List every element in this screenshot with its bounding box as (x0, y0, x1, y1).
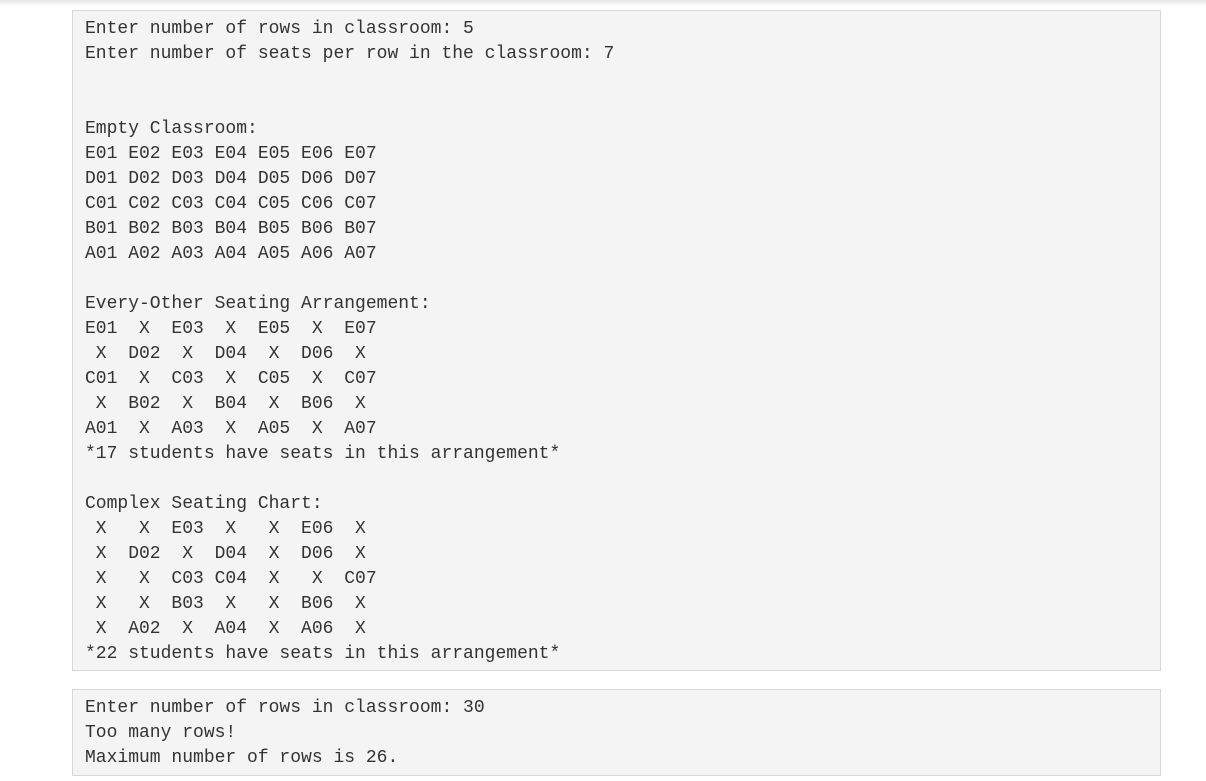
output-line: Every-Other Seating Arrangement: (85, 294, 431, 314)
output-line: A01 X A03 X A05 X A07 (85, 419, 377, 439)
output-line: X B02 X B04 X B06 X (85, 394, 366, 414)
output-line: D01 D02 D03 D04 D05 D06 D07 (85, 169, 377, 189)
console-output-block-2: Enter number of rows in classroom: 30 Too… (72, 689, 1161, 776)
output-line: C01 X C03 X C05 X C07 (85, 369, 377, 389)
output-line: *17 students have seats in this arrangem… (85, 444, 561, 464)
output-line: Enter number of rows in classroom: 5 (85, 19, 474, 39)
output-line: *22 students have seats in this arrangem… (85, 644, 561, 664)
output-line: X D02 X D04 X D06 X (85, 544, 366, 564)
output-line: X X C03 C04 X X C07 (85, 569, 377, 589)
output-line: X A02 X A04 X A06 X (85, 619, 366, 639)
output-line: Maximum number of rows is 26. (85, 748, 399, 768)
top-shadow (0, 0, 1206, 6)
output-line: E01 E02 E03 E04 E05 E06 E07 (85, 144, 377, 164)
output-line: C01 C02 C03 C04 C05 C06 C07 (85, 194, 377, 214)
output-line: Enter number of rows in classroom: 30 (85, 698, 485, 718)
output-line: Too many rows! (85, 723, 237, 743)
output-line: B01 B02 B03 B04 B05 B06 B07 (85, 219, 377, 239)
output-line: A01 A02 A03 A04 A05 A06 A07 (85, 244, 377, 264)
output-line: Enter number of seats per row in the cla… (85, 44, 615, 64)
output-line: Empty Classroom: (85, 119, 258, 139)
output-line: X X B03 X X B06 X (85, 594, 366, 614)
output-line: X X E03 X X E06 X (85, 519, 366, 539)
console-output-block-1: Enter number of rows in classroom: 5 Ente… (72, 10, 1161, 671)
output-line: X D02 X D04 X D06 X (85, 344, 366, 364)
output-line: Complex Seating Chart: (85, 494, 323, 514)
output-line: E01 X E03 X E05 X E07 (85, 319, 377, 339)
